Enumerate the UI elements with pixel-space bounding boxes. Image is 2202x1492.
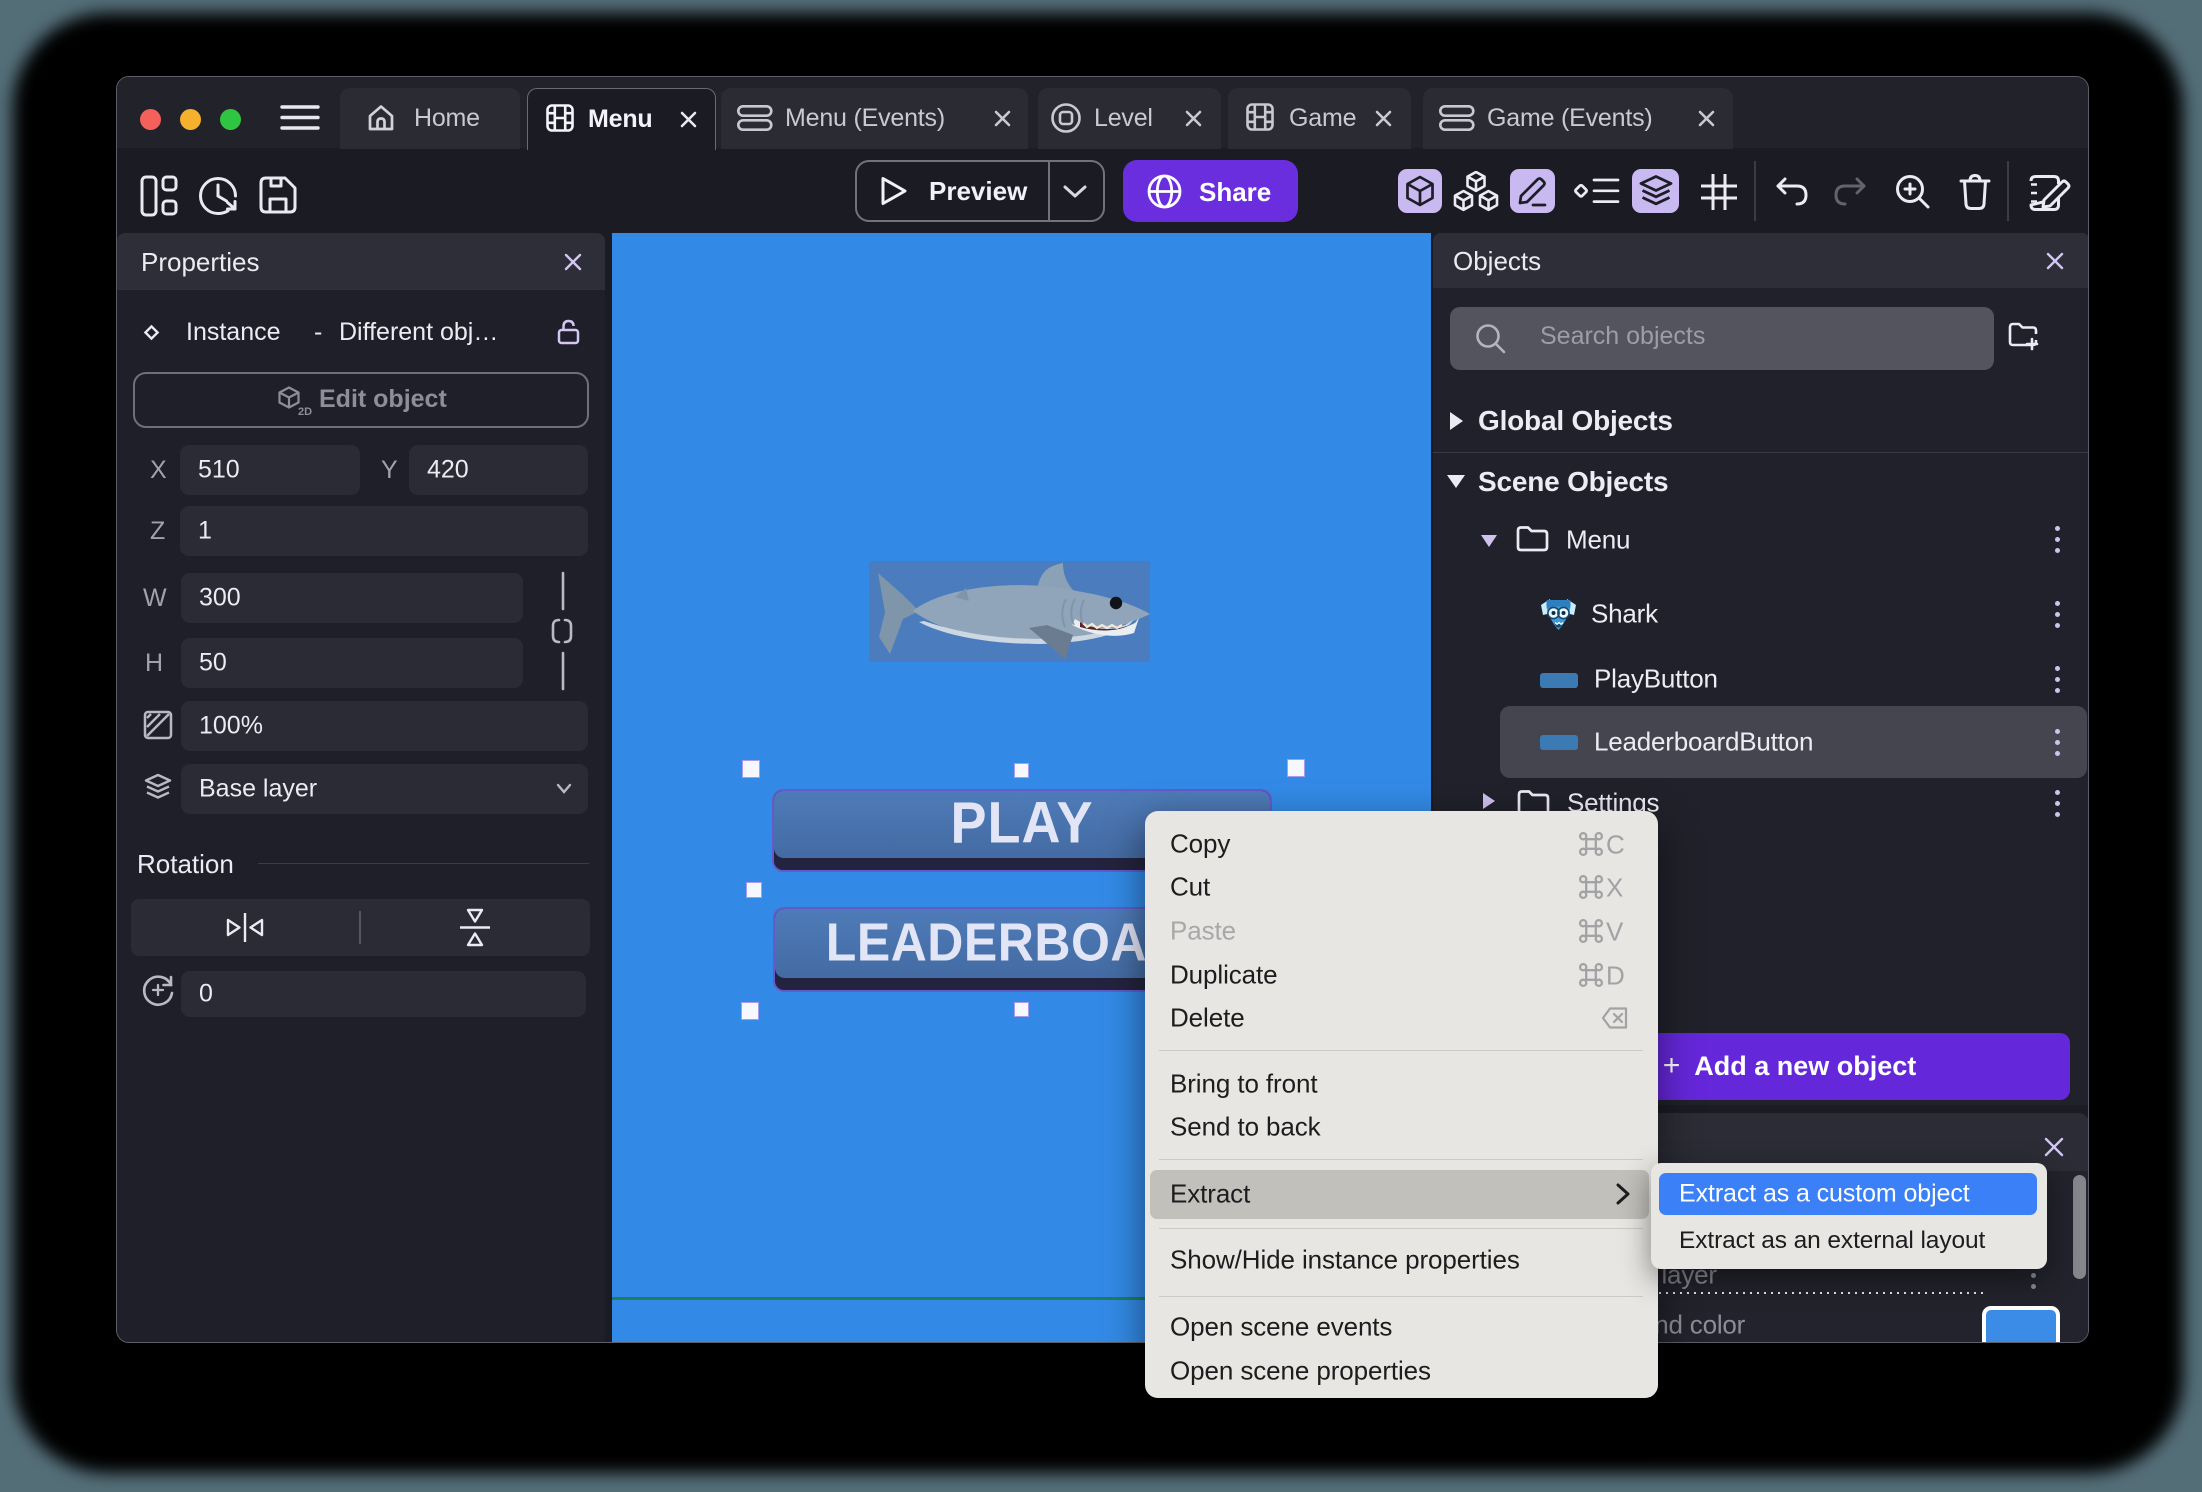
svg-text:2D: 2D — [298, 406, 312, 417]
